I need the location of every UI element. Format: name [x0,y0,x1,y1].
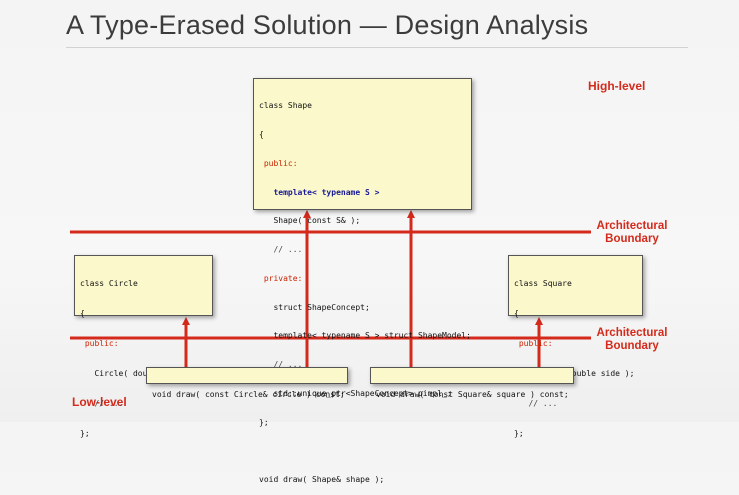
code-line: ​ [259,447,466,457]
code-line: }; [259,417,269,427]
square-class-box: class Square { public: Square( double si… [508,255,643,438]
code-line: class Circle [80,279,138,288]
draw-circle-box: void draw( const Circle& circle ) const; [146,367,348,399]
draw-square-signature: void draw( const Square& square ) const; [376,390,569,400]
high-level-label: High-level [588,79,646,93]
code-line: { [80,309,85,318]
code-line: }; [80,429,90,438]
circle-class-box: class Circle { public: Circle( double ra… [74,255,213,438]
shape-class-box: class Shape { public: template< typename… [253,78,472,484]
draw-square-box: void draw( const Square& square ) const; [370,367,574,399]
code-line: void draw( Shape& shape ); [259,475,385,485]
code-line: { [514,309,519,318]
code-line: public: [259,158,298,168]
boundary-label-top-line2: Boundary [605,233,659,245]
code-line: struct ShapeConcept; [259,302,370,312]
draw-circle-signature: void draw( const Circle& circle ) const; [152,390,345,400]
code-line: template< typename S > [259,187,380,197]
code-line: template< typename S > struct ShapeModel… [259,331,471,341]
boundary-label-top: Architectural Boundary [592,220,672,246]
code-line: class Square [514,279,572,288]
code-line: { [259,129,264,139]
code-line: class Shape [259,101,312,111]
code-line: // ... [259,245,303,255]
code-line: public: [80,339,119,348]
code-line: }; [514,429,524,438]
code-line: Shape( const S& ); [259,216,361,226]
boundary-label-top-line1: Architectural [596,220,668,232]
code-line: public: [514,339,553,348]
code-line: private: [259,273,303,283]
